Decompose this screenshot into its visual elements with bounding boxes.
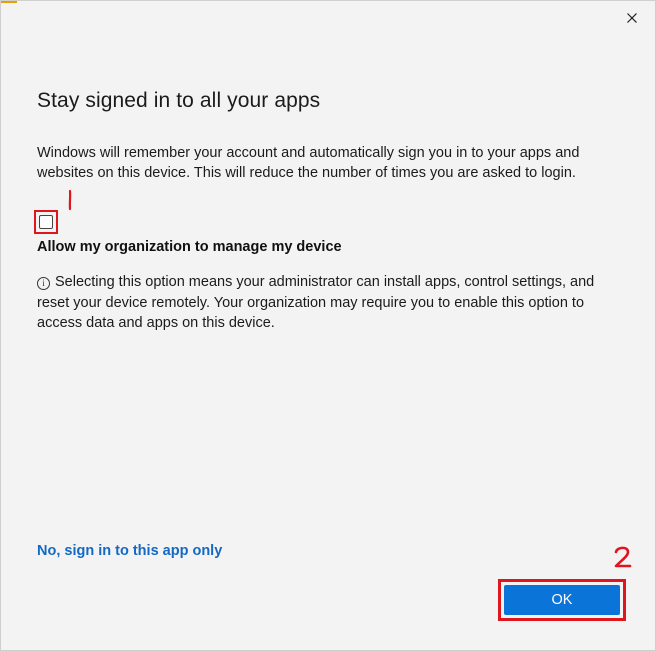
sign-in-dialog: Stay signed in to all your apps Windows … [0,0,656,651]
checkbox-label: Allow my organization to manage my devic… [37,239,342,255]
window-accent [1,1,17,3]
info-text: Selecting this option means your adminis… [37,274,595,331]
sign-in-app-only-link[interactable]: No, sign in to this app only [37,543,222,559]
dialog-description: Windows will remember your account and a… [37,145,580,181]
annotation-step-1 [68,189,72,211]
ok-button[interactable]: OK [504,585,620,615]
close-button[interactable] [621,7,643,29]
info-message: i Selecting this option means your admini… [37,272,627,334]
annotation-step-2 [614,546,632,568]
dialog-title: Stay signed in to all your apps [37,89,321,112]
close-icon [627,13,637,23]
ok-button-highlight: OK [498,579,626,621]
info-icon: i [37,277,50,290]
checkbox-square [39,215,53,229]
manage-device-checkbox[interactable] [34,210,58,234]
